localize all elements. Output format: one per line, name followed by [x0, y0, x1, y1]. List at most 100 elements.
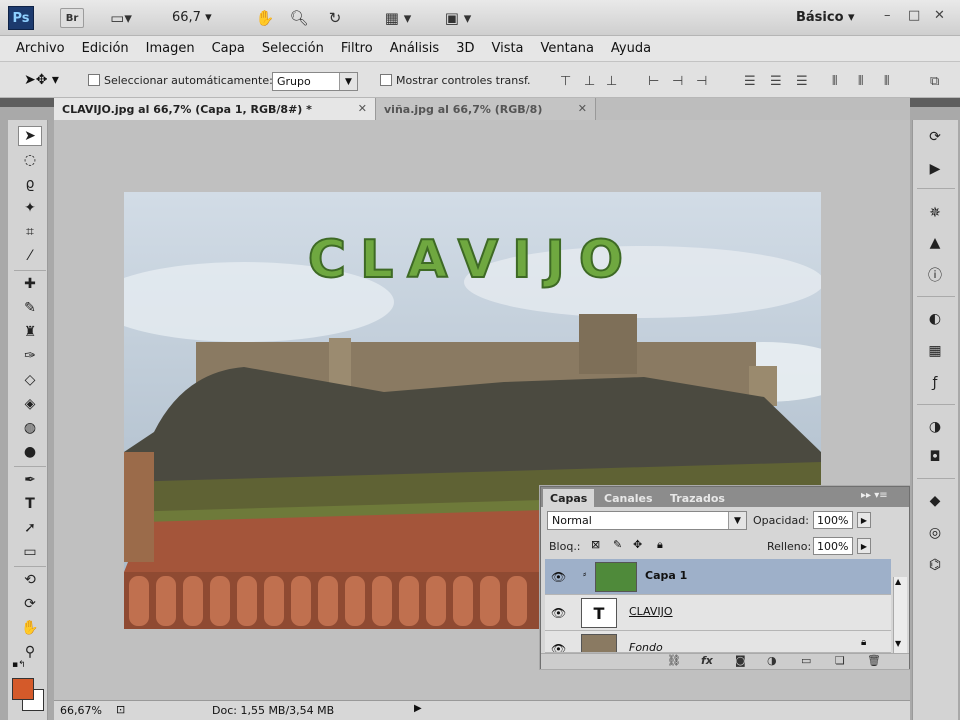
menu-analisis[interactable]: Análisis [390, 41, 439, 56]
eye-icon[interactable]: 👁︎ [551, 642, 566, 652]
lock-pixels-icon[interactable]: ✎ [613, 538, 622, 551]
adjustment-layer-icon[interactable]: ◑ [767, 654, 777, 667]
opacity-slider-arrow-icon[interactable]: ▶ [857, 512, 871, 528]
distribute-left-icon[interactable]: ⫴ [832, 74, 837, 89]
distribute-hcenter-icon[interactable]: ⫴ [858, 74, 863, 89]
fill-input[interactable]: 100% [813, 537, 853, 555]
channels-icon[interactable]: ◎ [922, 522, 948, 544]
marquee-icon[interactable]: ◌ [18, 150, 42, 170]
trash-icon[interactable]: 🗑︎ [867, 654, 881, 667]
workspace-switcher[interactable]: Básico ▾ [796, 10, 855, 25]
eye-icon[interactable]: 👁︎ [551, 570, 566, 584]
opacity-input[interactable]: 100% [813, 511, 853, 529]
align-hcenter-icon[interactable]: ⊣ [672, 74, 683, 89]
crop-icon[interactable]: ⌗ [18, 222, 42, 242]
hand-tool-icon[interactable]: ✋ [254, 8, 276, 28]
navigator-icon[interactable]: ✵ [922, 202, 948, 224]
lock-transparency-icon[interactable]: ⊠ [591, 538, 600, 551]
menu-imagen[interactable]: Imagen [146, 41, 195, 56]
eye-icon[interactable]: 👁︎ [551, 606, 566, 620]
blur-icon[interactable]: ◍ [18, 418, 42, 438]
scroll-down-icon[interactable]: ▼ [895, 639, 901, 648]
styles-icon[interactable]: ƒ [922, 372, 948, 394]
paths-icon[interactable]: ⌬ [922, 554, 948, 576]
zoom-level[interactable]: 66,7 ▾ [172, 10, 212, 25]
align-bottom-icon[interactable]: ⊥ [606, 74, 617, 89]
show-transform-checkbox[interactable] [380, 74, 392, 86]
adjustments-icon[interactable]: ◑ [922, 416, 948, 438]
status-menu-arrow-icon[interactable]: ▶ [414, 703, 422, 714]
history-icon[interactable]: ⟳ [922, 126, 948, 148]
scroll-up-icon[interactable]: ▲ [895, 577, 901, 586]
3d-orbit-icon[interactable]: ⟳ [18, 594, 42, 614]
stamp-icon[interactable]: ♜ [18, 322, 42, 342]
distribute-bottom-icon[interactable]: ☰ [796, 74, 808, 89]
blend-mode-dropdown[interactable]: Normal ▼ [547, 511, 747, 530]
status-options-icon[interactable]: ⊡ [116, 703, 125, 716]
menu-3d[interactable]: 3D [456, 41, 474, 56]
menu-filtro[interactable]: Filtro [341, 41, 373, 56]
text-layer-clavijo[interactable]: CLAVIJO [124, 229, 821, 291]
add-mask-icon[interactable]: ◙ [735, 654, 746, 667]
new-group-icon[interactable]: ▭ [801, 654, 811, 667]
3d-rotate-icon[interactable]: ⟲ [18, 570, 42, 590]
lock-position-icon[interactable]: ✥ [633, 538, 642, 551]
layer-row-clavijo[interactable]: 👁︎ T CLAVIJO [545, 595, 891, 631]
document-tab-vina[interactable]: viña.jpg al 66,7% (RGB/8) ✕ [376, 98, 596, 120]
align-left-icon[interactable]: ⊢ [648, 74, 659, 89]
close-icon[interactable]: ✕ [358, 102, 367, 115]
align-vcenter-icon[interactable]: ⊥ [584, 74, 595, 89]
paint-bucket-icon[interactable]: ◈ [18, 394, 42, 414]
shape-icon[interactable]: ▭ [18, 542, 42, 562]
fill-slider-arrow-icon[interactable]: ▶ [857, 538, 871, 554]
menu-edicion[interactable]: Edición [82, 41, 129, 56]
layer-row-capa-1[interactable]: 👁︎ ⸗ Capa 1 [545, 559, 891, 595]
type-icon[interactable]: T [18, 494, 42, 514]
path-select-icon[interactable]: ➚ [18, 518, 42, 538]
hand-icon[interactable]: ✋ [18, 618, 42, 638]
maximize-button[interactable]: □ [908, 8, 920, 23]
histogram-icon[interactable]: ▲ [922, 232, 948, 254]
layer-row-fondo[interactable]: 👁︎ Fondo 🔒︎ [545, 631, 891, 653]
lasso-icon[interactable]: ϱ [18, 174, 42, 194]
foreground-color-swatch[interactable] [12, 678, 34, 700]
link-layers-icon[interactable]: ⛓ [667, 654, 681, 667]
menu-ayuda[interactable]: Ayuda [611, 41, 651, 56]
rotate-view-icon[interactable]: ↻ [324, 8, 346, 28]
brush-icon[interactable]: ✎ [18, 298, 42, 318]
layers-icon[interactable]: ◆ [922, 490, 948, 512]
magic-wand-icon[interactable]: ✦ [18, 198, 42, 218]
status-zoom[interactable]: 66,67% [60, 704, 102, 717]
auto-align-icon[interactable]: ⧉ [930, 74, 939, 89]
eyedropper-icon[interactable]: ⁄ [18, 246, 42, 266]
document-tab-clavijo[interactable]: CLAVIJO.jpg al 66,7% (Capa 1, RGB/8#) * … [54, 98, 376, 120]
history-brush-icon[interactable]: ✑ [18, 346, 42, 366]
healing-icon[interactable]: ✚ [18, 274, 42, 294]
close-icon[interactable]: ✕ [578, 102, 587, 115]
default-colors-icon[interactable]: ▪↰ [12, 660, 26, 670]
new-layer-icon[interactable]: ❏ [835, 654, 845, 667]
menu-ventana[interactable]: Ventana [541, 41, 594, 56]
align-top-icon[interactable]: ⊤ [560, 74, 571, 89]
layer-style-icon[interactable]: fx [701, 654, 713, 667]
auto-select-checkbox[interactable] [88, 74, 100, 86]
color-icon[interactable]: ◐ [922, 308, 948, 330]
swatches-icon[interactable]: ▦ [922, 340, 948, 362]
zoom-tool-icon[interactable]: 🔍︎ [288, 8, 310, 28]
menu-capa[interactable]: Capa [212, 41, 245, 56]
move-tool-preset-icon[interactable]: ➤✥ ▾ [24, 72, 59, 88]
menu-seleccion[interactable]: Selección [262, 41, 324, 56]
distribute-right-icon[interactable]: ⫴ [884, 74, 889, 89]
pen-icon[interactable]: ✒ [18, 470, 42, 490]
tab-trazados[interactable]: Trazados [663, 489, 732, 507]
zoom-icon[interactable]: ⚲ [18, 642, 42, 662]
dodge-icon[interactable]: ● [18, 442, 42, 462]
menu-archivo[interactable]: Archivo [16, 41, 65, 56]
minibridge-icon[interactable]: ▭▾ [104, 8, 138, 28]
move-icon[interactable]: ➤ [18, 126, 42, 146]
distribute-vcenter-icon[interactable]: ☰ [770, 74, 782, 89]
panel-menu-icon[interactable]: ▸▸ ▾≡ [861, 490, 888, 501]
masks-icon[interactable]: ◘ [922, 446, 948, 468]
auto-select-dropdown[interactable]: Grupo ▼ [272, 72, 358, 91]
arrange-documents-icon[interactable]: ▦ ▾ [378, 8, 418, 28]
